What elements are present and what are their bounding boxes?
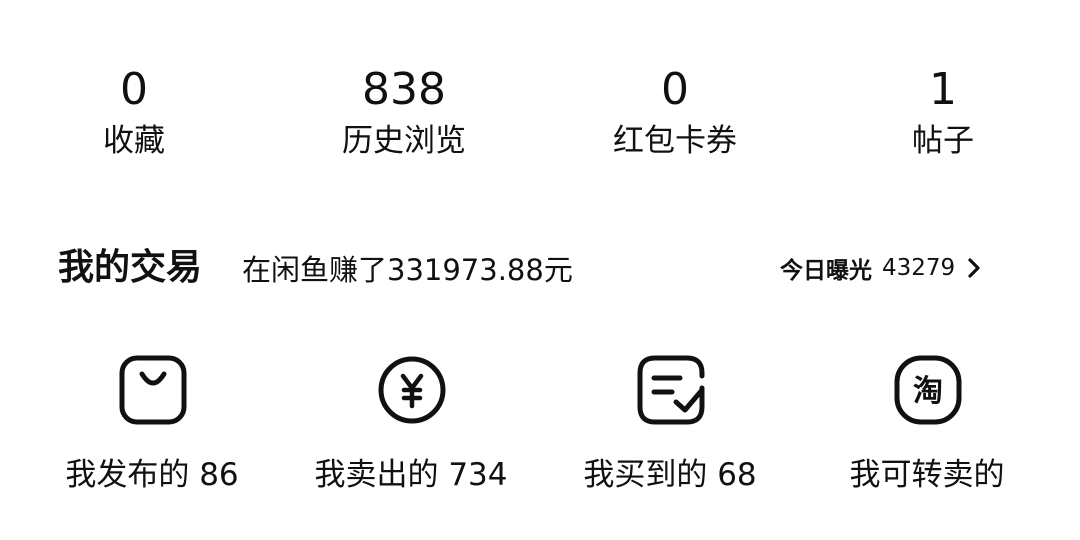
stat-value: 0 xyxy=(661,64,689,115)
yen-coin-icon xyxy=(377,350,447,430)
my-resellable-button[interactable]: 淘 我可转卖的 xyxy=(797,350,1057,500)
stat-label: 帖子 xyxy=(912,123,974,159)
action-label: 我可转卖的 xyxy=(849,457,1005,493)
stat-label: 收藏 xyxy=(103,123,165,159)
trade-actions: 我发布的 86 我卖出的 734 我买到的 68 淘 我可转卖的 xyxy=(0,350,1080,510)
my-sold-button[interactable]: 我卖出的 734 xyxy=(281,350,541,500)
stat-history[interactable]: 838 历史浏览 xyxy=(284,62,524,172)
today-exposure-link[interactable]: 今日曝光 43279 xyxy=(780,246,983,290)
taobao-icon: 淘 xyxy=(893,350,963,430)
stat-value: 838 xyxy=(362,64,446,115)
exposure-value: 43279 xyxy=(882,255,956,281)
action-label: 我发布的 86 xyxy=(65,457,239,493)
my-bought-button[interactable]: 我买到的 68 xyxy=(540,350,800,500)
my-published-button[interactable]: 我发布的 86 xyxy=(22,350,282,500)
stat-label: 历史浏览 xyxy=(342,123,466,159)
order-check-icon xyxy=(636,350,706,430)
action-label: 我卖出的 734 xyxy=(314,457,508,493)
stats-row: 0 收藏 838 历史浏览 0 红包卡券 1 帖子 xyxy=(0,62,1080,172)
stat-favorites[interactable]: 0 收藏 xyxy=(14,62,254,172)
stat-coupons[interactable]: 0 红包卡券 xyxy=(555,62,795,172)
trade-header: 我的交易 在闲鱼赚了331973.88元 今日曝光 43279 xyxy=(58,240,1018,296)
shopping-bag-icon xyxy=(118,350,188,430)
exposure-label: 今日曝光 xyxy=(780,258,872,284)
stat-label: 红包卡券 xyxy=(613,123,737,159)
chevron-right-icon xyxy=(965,256,983,280)
action-label: 我买到的 68 xyxy=(583,457,757,493)
stat-posts[interactable]: 1 帖子 xyxy=(823,62,1063,172)
stat-value: 0 xyxy=(120,64,148,115)
section-title: 我的交易 xyxy=(58,247,203,288)
earnings-text: 在闲鱼赚了331973.88元 xyxy=(242,253,573,287)
svg-text:淘: 淘 xyxy=(913,374,943,409)
stat-value: 1 xyxy=(929,64,957,115)
